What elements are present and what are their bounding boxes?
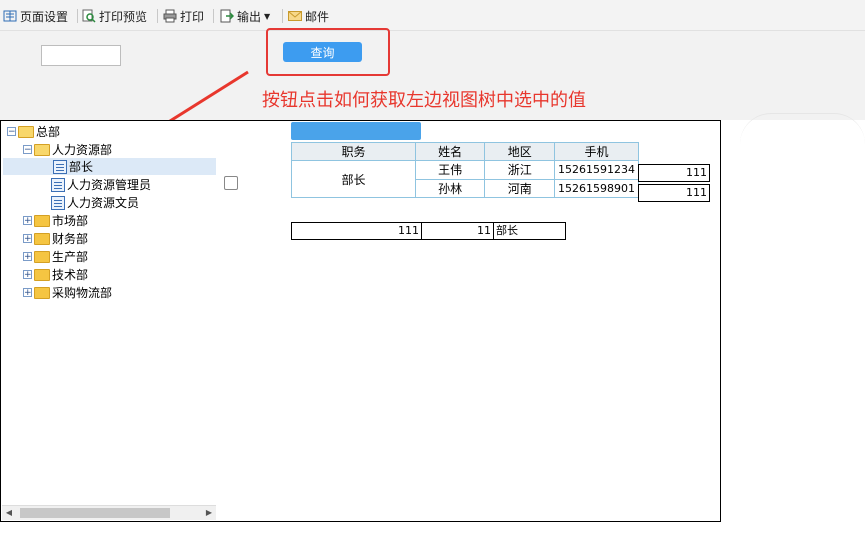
horizontal-scrollbar[interactable]: ◀ ▶ (2, 505, 216, 520)
column-header: 职务 (291, 142, 416, 161)
phone-cell: 15261598901 (554, 178, 639, 198)
tree-node[interactable]: 人力资源管理员 (51, 176, 151, 193)
expand-icon[interactable]: + (23, 288, 32, 298)
print-button[interactable]: 打印 (163, 8, 204, 24)
position-cell: 部长 (291, 160, 416, 198)
leaf-node-icon (51, 195, 65, 210)
toolbar-divider (213, 9, 214, 23)
annotation-highlight-box (266, 28, 390, 76)
tree-node-label: 财务部 (52, 232, 89, 246)
folder-icon (34, 214, 50, 227)
tree-node[interactable]: + 生产部 (23, 248, 88, 265)
folder-icon (34, 268, 50, 281)
phone-cell: 15261591234 (554, 160, 639, 180)
tree-node-label: 人力资源文员 (67, 196, 140, 210)
tree-node[interactable]: − 人力资源部 (23, 141, 112, 158)
extra-cell: 111 (638, 184, 710, 202)
scrollbar-thumb[interactable] (20, 508, 170, 518)
printer-icon (163, 9, 177, 23)
tree-node[interactable]: + 技术部 (23, 266, 88, 283)
folder-open-icon (34, 143, 50, 156)
summary-cell: 部长 (493, 222, 566, 240)
print-preview-label: 打印预览 (99, 9, 148, 24)
row-checkbox[interactable] (224, 176, 238, 190)
folder-icon (34, 286, 50, 299)
report-table: 职务 姓名 地区 手机 部长 王伟 浙江 15261591234 孙林 河南 1… (291, 142, 639, 198)
page-setup-icon (3, 9, 17, 23)
summary-cell: 111 (291, 222, 422, 240)
tree-node-label: 采购物流部 (52, 286, 113, 300)
leaf-node-icon (51, 177, 65, 192)
tree-node-label: 总部 (36, 125, 61, 139)
collapse-icon[interactable]: − (7, 127, 16, 137)
expand-icon[interactable]: + (23, 252, 32, 262)
mail-button[interactable]: 邮件 (288, 8, 329, 24)
page-setup-button[interactable]: 页面设置 (3, 8, 68, 24)
folder-open-icon (18, 125, 34, 138)
query-input[interactable] (41, 45, 121, 66)
tree-node[interactable]: + 财务部 (23, 230, 88, 247)
region-cell: 河南 (484, 178, 555, 198)
summary-cell: 11 (421, 222, 494, 240)
mail-icon (288, 9, 302, 23)
annotation-text: 按钮点击如何获取左边视图树中选中的值 (262, 90, 586, 111)
mail-label: 邮件 (305, 9, 330, 24)
extra-cell: 111 (638, 164, 710, 182)
tree-node[interactable]: − 总部 (7, 123, 60, 140)
column-header: 姓名 (414, 142, 486, 161)
chevron-down-icon: ▼ (264, 11, 271, 21)
toolbar: 页面设置 打印预览 打印 输出 ▼ 邮件 (0, 0, 865, 31)
tree-node-selected[interactable]: 部长 (3, 158, 216, 175)
name-cell: 孙林 (414, 178, 486, 198)
page-setup-label: 页面设置 (20, 9, 69, 24)
leaf-node-icon (53, 159, 67, 174)
expand-icon[interactable]: + (23, 270, 32, 280)
decorative-curve (740, 113, 865, 144)
tree-node[interactable]: 人力资源文员 (51, 194, 139, 211)
print-preview-button[interactable]: 打印预览 (82, 8, 147, 24)
region-cell: 浙江 (484, 160, 555, 180)
expand-icon[interactable]: + (23, 234, 32, 244)
toolbar-divider (282, 9, 283, 23)
tree-node-label: 人力资源管理员 (67, 178, 152, 192)
folder-icon (34, 232, 50, 245)
table-row: 部长 王伟 浙江 15261591234 (291, 160, 639, 198)
tree-node-label: 人力资源部 (52, 143, 113, 157)
print-preview-icon (82, 9, 96, 23)
export-button[interactable]: 输出 ▼ (220, 8, 270, 24)
scroll-left-icon[interactable]: ◀ (5, 508, 13, 518)
export-label: 输出 (237, 9, 262, 24)
tree-node-label: 技术部 (52, 268, 89, 282)
collapse-icon[interactable]: − (23, 145, 32, 155)
folder-icon (34, 250, 50, 263)
scroll-right-icon[interactable]: ▶ (205, 508, 213, 518)
column-header: 手机 (554, 142, 639, 161)
name-cell: 王伟 (414, 160, 486, 180)
report-title-bar (291, 122, 421, 140)
export-icon (220, 9, 235, 23)
toolbar-divider (157, 9, 158, 23)
tree-node-label: 市场部 (52, 214, 89, 228)
print-label: 打印 (180, 9, 205, 24)
tree-node[interactable]: + 市场部 (23, 212, 88, 229)
expand-icon[interactable]: + (23, 216, 32, 226)
tree-node-label: 部长 (69, 160, 94, 174)
tree-node-label: 生产部 (52, 250, 89, 264)
column-header: 地区 (484, 142, 555, 161)
tree-node[interactable]: + 采购物流部 (23, 284, 112, 301)
tree-panel: − 总部 − 人力资源部 部长 人力资源管理员 人力资源文员 + 市场部 + 财… (0, 120, 218, 522)
toolbar-divider (77, 9, 78, 23)
